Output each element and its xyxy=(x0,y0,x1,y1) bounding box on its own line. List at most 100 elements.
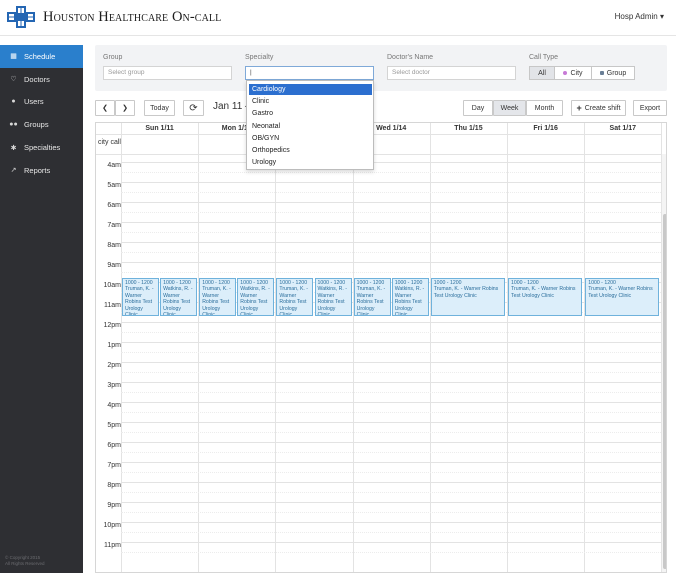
half-hour-divider xyxy=(121,212,661,213)
half-hour-divider xyxy=(121,272,661,273)
row-divider xyxy=(96,154,661,155)
shift-event-title: Watkins, R. - Warner Robins Test Urology… xyxy=(394,286,425,316)
call-type-all-label: All xyxy=(538,69,546,77)
day-column-divider xyxy=(121,123,122,572)
hour-divider xyxy=(121,262,661,263)
half-hour-divider xyxy=(121,372,661,373)
hour-label: 9am xyxy=(107,262,121,269)
specialty-option-gastro[interactable]: Gastro xyxy=(249,108,372,119)
next-week-button[interactable]: ❯ xyxy=(115,100,135,116)
shift-event[interactable]: 1000 - 1200 Watkins, R. - Warner Robins T… xyxy=(314,278,352,316)
shift-event[interactable]: 1000 - 1200 Truman, K. - Warner Robins Te… xyxy=(276,278,314,316)
sidebar-item-label: Doctors xyxy=(24,74,50,84)
hour-divider xyxy=(121,162,661,163)
shift-event[interactable]: 1000 - 1200 Truman, K. - Warner Robins Te… xyxy=(122,278,160,316)
export-button[interactable]: Export xyxy=(633,100,667,116)
specialty-option-neonatal[interactable]: Neonatal xyxy=(249,121,372,132)
view-month-label: Month xyxy=(534,104,555,112)
shift-event[interactable]: 1000 - 1200 Watkins, R. - Warner Robins T… xyxy=(391,278,429,316)
create-shift-button[interactable]: + Create shift xyxy=(571,100,626,116)
day-header: Fri 1/16 xyxy=(533,125,558,132)
day-column-divider xyxy=(198,123,200,572)
sidebar-item-groups[interactable]: ●● Groups xyxy=(0,113,83,136)
day-header: Sun 1/11 xyxy=(145,125,174,132)
users-icon: ●● xyxy=(9,121,18,129)
doctor-select[interactable]: Select doctor xyxy=(387,66,516,80)
shift-event-title: Truman, K. - Warner Robins Test Urology … xyxy=(433,286,499,299)
copyright-text: © Copyright 2015 All Rights Reserved xyxy=(5,555,45,567)
hour-divider xyxy=(121,482,661,483)
view-month-button[interactable]: Month xyxy=(526,100,563,116)
half-hour-divider xyxy=(121,412,661,413)
sidebar-item-label: Schedule xyxy=(24,51,56,61)
shift-event-title: Truman, K. - Warner Robins Test Urology … xyxy=(279,286,309,316)
specialty-option-urology[interactable]: Urology xyxy=(249,157,372,168)
call-type-group-button[interactable]: Group xyxy=(591,66,635,80)
shift-event[interactable]: 1000 - 1200 Watkins, R. - Warner Robins T… xyxy=(160,278,198,316)
brand-title: Houston Healthcare On-call xyxy=(43,9,222,25)
view-week-label: Week xyxy=(500,104,519,112)
group-select[interactable]: Select group xyxy=(103,66,232,80)
shift-event-title: Watkins, R. - Warner Robins Test Urology… xyxy=(240,286,270,316)
hour-divider xyxy=(121,222,661,223)
specialty-option-clinic[interactable]: Clinic xyxy=(249,96,372,107)
hour-divider xyxy=(121,182,661,183)
half-hour-divider xyxy=(121,392,661,393)
specialty-option-obgyn[interactable]: OB/GYN xyxy=(249,133,372,144)
city-color-dot-icon xyxy=(563,71,568,75)
specialty-option-orthopedics[interactable]: Orthopedics xyxy=(249,145,372,156)
hour-label: 8am xyxy=(107,242,121,249)
half-hour-divider xyxy=(121,432,661,433)
shift-event[interactable]: 1000 - 1200 Truman, K. - Warner Robins Te… xyxy=(199,278,237,316)
shift-event[interactable]: 1000 - 1200 Truman, K. - Warner Robins Te… xyxy=(585,278,660,316)
scrollbar-thumb[interactable] xyxy=(663,214,666,569)
hour-divider xyxy=(121,442,661,443)
calendar-icon: ▦ xyxy=(10,53,17,61)
hour-label: 4pm xyxy=(107,402,121,409)
hour-label: 2pm xyxy=(107,362,121,369)
hour-divider xyxy=(121,422,661,423)
call-type-city-button[interactable]: City xyxy=(554,66,592,80)
refresh-button[interactable]: ⟳ xyxy=(183,100,204,116)
shift-event[interactable]: 1000 - 1200 Watkins, R. - Warner Robins T… xyxy=(237,278,275,316)
all-day-row-label: city call xyxy=(98,139,121,146)
view-day-button[interactable]: Day xyxy=(463,100,493,116)
hour-label: 10am xyxy=(103,282,121,289)
chevron-right-icon: ❯ xyxy=(122,105,128,112)
half-hour-divider xyxy=(121,172,661,173)
user-menu-dropdown[interactable]: Hosp Admin ▾ xyxy=(615,12,664,21)
sidebar-item-reports[interactable]: ↗ Reports xyxy=(0,159,83,182)
filter-bar: Group Select group Specialty | Doctor's … xyxy=(95,45,667,91)
shift-event[interactable]: 1000 - 1200 Truman, K. - Warner Robins Te… xyxy=(508,278,583,316)
group-color-dot-icon xyxy=(599,71,604,75)
hour-label: 11am xyxy=(104,302,121,309)
line-chart-icon: ↗ xyxy=(10,167,17,175)
hour-label: 3pm xyxy=(107,382,121,389)
sidebar-item-schedule[interactable]: ▦ Schedule xyxy=(0,45,83,68)
specialty-option-cardiology[interactable]: Cardiology xyxy=(249,84,372,95)
call-type-group-label: Group xyxy=(606,69,627,77)
shift-event[interactable]: 1000 - 1200 Truman, K. - Warner Robins Te… xyxy=(430,278,505,316)
prev-week-button[interactable]: ❮ xyxy=(95,100,115,116)
shift-event-title: Truman, K. - Warner Robins Test Urology … xyxy=(588,286,653,299)
hour-divider xyxy=(121,542,661,543)
call-type-all-button[interactable]: All xyxy=(529,66,555,80)
hour-label: 8pm xyxy=(107,482,121,489)
shift-event[interactable]: 1000 - 1200 Truman, K. - Warner Robins Te… xyxy=(353,278,391,316)
hour-label: 11pm xyxy=(104,542,121,549)
sidebar-item-specialties[interactable]: ✱ Specialties xyxy=(0,136,83,159)
call-type-city-label: City xyxy=(570,69,583,77)
sidebar-item-doctors[interactable]: ♡ Doctors xyxy=(0,68,83,91)
specialty-dropdown-menu: Cardiology Clinic Gastro Neonatal OB/GYN Orth… xyxy=(246,80,374,170)
row-divider xyxy=(96,134,661,135)
shift-event-title: Truman, K. - Warner Robins Test Urology … xyxy=(511,286,576,299)
calendar-scrollbar[interactable] xyxy=(661,154,666,572)
today-button[interactable]: Today xyxy=(144,100,175,116)
create-shift-label: Create shift xyxy=(584,104,621,112)
hour-divider xyxy=(121,362,661,363)
view-week-button[interactable]: Week xyxy=(493,100,526,116)
day-header: Sat 1/17 xyxy=(609,125,637,132)
sidebar-item-users[interactable]: ● Users xyxy=(0,91,83,114)
specialty-input[interactable]: | xyxy=(245,66,374,80)
hour-label: 7am xyxy=(107,222,121,229)
